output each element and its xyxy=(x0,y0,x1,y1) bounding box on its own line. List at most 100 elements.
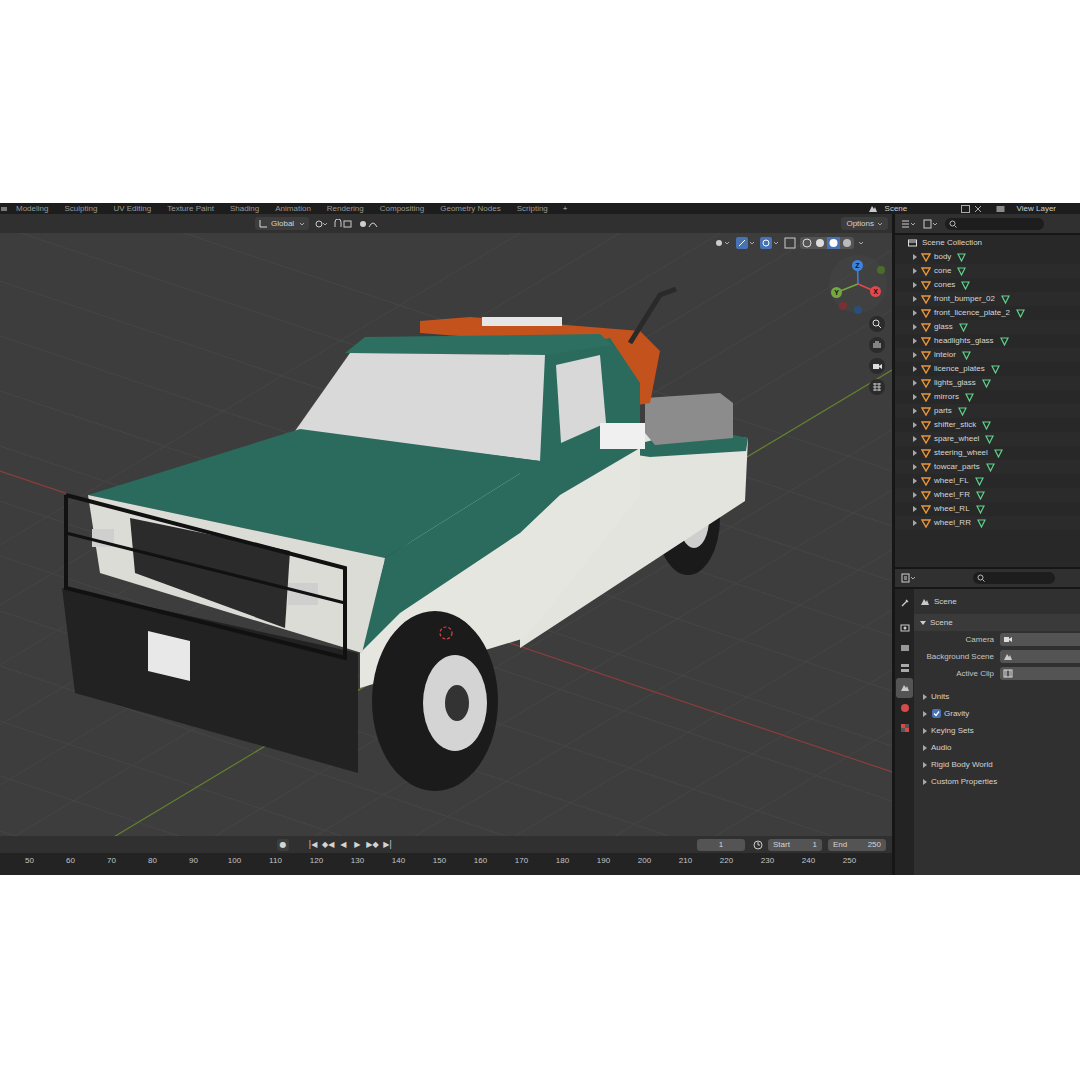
mesh-data-icon[interactable] xyxy=(982,421,991,430)
workspace-tab[interactable]: Modeling xyxy=(15,205,49,213)
mesh-data-icon[interactable] xyxy=(1000,337,1009,346)
properties-editor-icon[interactable] xyxy=(901,573,917,583)
outliner-search[interactable] xyxy=(945,218,1044,230)
mesh-data-icon[interactable] xyxy=(961,281,970,290)
expand-arrow-icon[interactable] xyxy=(912,408,918,414)
workspace-tab[interactable]: Geometry Nodes xyxy=(439,205,501,213)
scene-collection-row[interactable]: Scene Collection xyxy=(895,236,1080,250)
expand-arrow-icon[interactable] xyxy=(912,352,918,358)
properties-tab[interactable] xyxy=(896,593,913,613)
scene-panel-header[interactable]: Scene xyxy=(914,614,1080,631)
gizmo-axis[interactable]: Y xyxy=(831,287,842,298)
expand-arrow-icon[interactable] xyxy=(912,492,918,498)
outliner-row[interactable]: inteior xyxy=(895,348,1080,362)
outliner-row[interactable]: front_bumper_02 xyxy=(895,292,1080,306)
start-frame-field[interactable]: Start1 xyxy=(768,839,822,851)
outliner-row[interactable]: steering_wheel xyxy=(895,446,1080,460)
outliner-editor-icon[interactable] xyxy=(901,219,917,229)
workspace-tab[interactable]: Compositing xyxy=(379,205,425,213)
outliner-row[interactable]: cone xyxy=(895,264,1080,278)
mesh-data-icon[interactable] xyxy=(976,505,985,514)
close-icon[interactable] xyxy=(974,205,982,213)
gizmo-axis[interactable]: Z xyxy=(852,260,863,271)
shading-modes-icon[interactable] xyxy=(800,237,854,249)
mesh-data-icon[interactable] xyxy=(977,519,986,528)
subpanel-header[interactable]: Keying Sets xyxy=(914,722,1080,739)
outliner-row[interactable]: wheel_FR xyxy=(895,488,1080,502)
options-dropdown[interactable]: Options xyxy=(841,217,888,230)
checkbox[interactable] xyxy=(932,709,941,718)
playback-button[interactable]: |◀ xyxy=(307,839,319,851)
playback-button[interactable]: ◆◀ xyxy=(321,839,335,851)
properties-tab[interactable] xyxy=(896,658,913,678)
mesh-data-icon[interactable] xyxy=(991,365,1000,374)
scene-name[interactable]: Scene xyxy=(885,205,961,213)
mesh-data-icon[interactable] xyxy=(986,463,995,472)
mesh-data-icon[interactable] xyxy=(959,323,968,332)
3d-viewport[interactable]: Z Y X xyxy=(0,233,892,836)
expand-arrow-icon[interactable] xyxy=(912,310,918,316)
outliner-row[interactable]: lights_glass xyxy=(895,376,1080,390)
gizmo-axis[interactable]: X xyxy=(870,286,881,297)
overlay-toggle-icon[interactable] xyxy=(760,237,780,249)
workspace-tab[interactable]: Shading xyxy=(229,205,260,213)
snap-icon[interactable] xyxy=(333,219,355,229)
mesh-data-icon[interactable] xyxy=(957,267,966,276)
pan-hand-icon[interactable] xyxy=(869,337,885,353)
mesh-data-icon[interactable] xyxy=(957,253,966,262)
outliner-row[interactable]: glass xyxy=(895,320,1080,334)
outliner-row[interactable]: towcar_parts xyxy=(895,460,1080,474)
mesh-data-icon[interactable] xyxy=(975,477,984,486)
mesh-data-icon[interactable] xyxy=(994,449,1003,458)
mesh-data-icon[interactable] xyxy=(976,491,985,500)
subpanel-header[interactable]: Audio xyxy=(914,739,1080,756)
record-button[interactable]: ● xyxy=(277,839,289,851)
subpanel-header[interactable]: Units xyxy=(914,688,1080,705)
orientation-dropdown[interactable]: Global xyxy=(255,217,309,230)
gizmo-toggle-icon[interactable] xyxy=(736,237,756,249)
outliner-row[interactable]: mirrors xyxy=(895,390,1080,404)
properties-tab[interactable] xyxy=(896,698,913,718)
outliner-row[interactable]: shifter_stick xyxy=(895,418,1080,432)
expand-arrow-icon[interactable] xyxy=(912,296,918,302)
properties-tab[interactable] xyxy=(896,618,913,638)
expand-arrow-icon[interactable] xyxy=(912,422,918,428)
workspace-tab[interactable]: Texture Paint xyxy=(166,205,215,213)
properties-tab[interactable] xyxy=(896,678,913,698)
expand-arrow-icon[interactable] xyxy=(912,254,918,260)
panel-toggle-icon[interactable] xyxy=(920,620,926,626)
expand-arrow-icon[interactable] xyxy=(912,520,918,526)
mesh-data-icon[interactable] xyxy=(1001,295,1010,304)
outliner-row[interactable]: wheel_RR xyxy=(895,516,1080,530)
workspace-tab[interactable]: Rendering xyxy=(326,205,365,213)
property-field[interactable] xyxy=(1000,633,1080,646)
proportional-icon[interactable] xyxy=(359,219,379,229)
xray-icon[interactable] xyxy=(784,237,796,249)
mesh-data-icon[interactable] xyxy=(962,351,971,360)
expand-arrow-icon[interactable] xyxy=(912,366,918,372)
outliner-row[interactable]: front_licence_plate_2 xyxy=(895,306,1080,320)
display-mode-icon[interactable] xyxy=(923,219,939,229)
outliner-row[interactable]: wheel_RL xyxy=(895,502,1080,516)
expand-arrow-icon[interactable] xyxy=(912,282,918,288)
playback-button[interactable]: ▶| xyxy=(382,839,394,851)
subpanel-header[interactable]: Rigid Body World xyxy=(914,756,1080,773)
zoom-icon[interactable] xyxy=(869,316,885,332)
expand-arrow-icon[interactable] xyxy=(912,268,918,274)
outliner-row[interactable]: wheel_FL xyxy=(895,474,1080,488)
outliner-row[interactable]: headlights_glass xyxy=(895,334,1080,348)
expand-arrow-icon[interactable] xyxy=(912,394,918,400)
timeline-ruler[interactable]: 5060708090100110120130140150160170180190… xyxy=(0,853,892,875)
copy-icon[interactable] xyxy=(961,205,970,213)
outliner-row[interactable]: body xyxy=(895,250,1080,264)
mesh-data-icon[interactable] xyxy=(1016,309,1025,318)
subpanel-header[interactable]: Custom Properties xyxy=(914,773,1080,790)
expand-arrow-icon[interactable] xyxy=(912,436,918,442)
workspace-tab[interactable]: Animation xyxy=(274,205,312,213)
expand-arrow-icon[interactable] xyxy=(912,380,918,386)
properties-search[interactable] xyxy=(973,572,1055,584)
playback-button[interactable]: ▶ xyxy=(351,839,363,851)
end-frame-field[interactable]: End250 xyxy=(828,839,886,851)
visibility-icon[interactable] xyxy=(714,238,732,248)
mesh-data-icon[interactable] xyxy=(985,435,994,444)
